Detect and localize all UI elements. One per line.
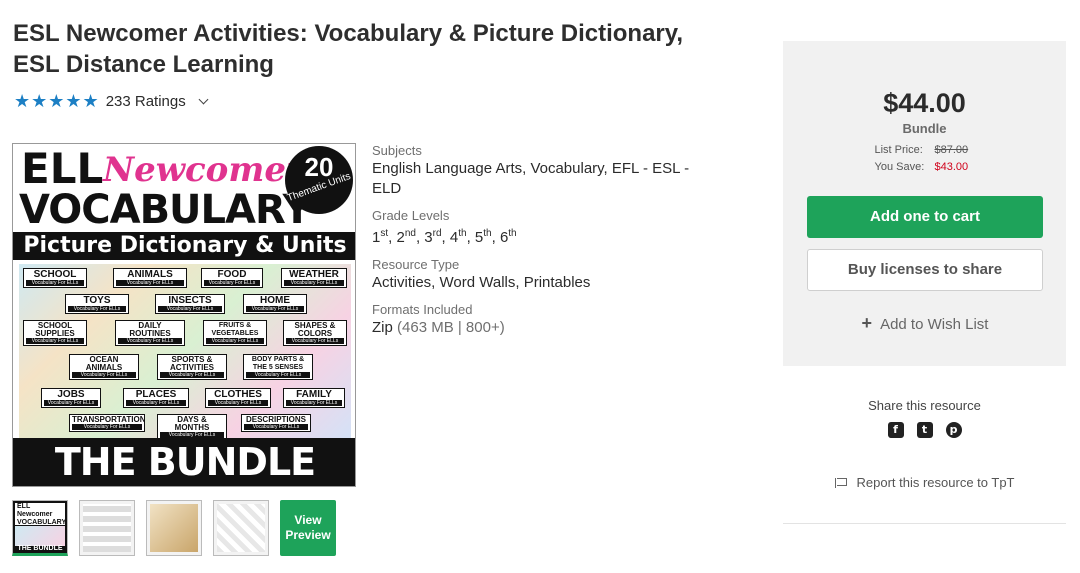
cover-tile: SCHOOL Vocabulary For ELLs xyxy=(23,268,87,288)
flag-icon xyxy=(834,478,847,488)
chevron-down-icon[interactable] xyxy=(198,94,209,104)
price-type: Bundle xyxy=(902,121,947,136)
you-save-row: You Save: $43.00 xyxy=(783,159,1066,176)
cover-vocabulary-text: VOCABULARY xyxy=(19,187,312,233)
thumbnail-3[interactable] xyxy=(146,500,202,556)
cover-tile: ANIMALS Vocabulary For ELLs xyxy=(113,268,187,288)
add-to-wish-list-button[interactable]: + Add to Wish List xyxy=(807,313,1043,334)
cover-tile: DESCRIPTIONS Vocabulary For ELLs xyxy=(241,414,311,432)
list-price-value: $87.00 xyxy=(934,144,969,156)
thumbnail-title: ELL Newcomer VOCABULARY xyxy=(15,503,67,526)
buy-box: $44.00 Bundle List Price: $87.00 You Sav… xyxy=(783,41,1066,366)
cover-tile: FOOD Vocabulary For ELLs xyxy=(201,268,263,288)
product-title-line2: ESL Distance Learning xyxy=(13,51,274,78)
buy-licenses-button[interactable]: Buy licenses to share xyxy=(807,249,1043,291)
cover-tile: TOYS Vocabulary For ELLs xyxy=(65,294,129,314)
you-save-value: $43.00 xyxy=(934,161,969,173)
cover-newcomer-text: Newcomer xyxy=(103,150,304,190)
share-section: Share this resource f t p xyxy=(783,398,1066,438)
divider xyxy=(783,523,1066,524)
cover-tile: OCEAN ANIMALS Vocabulary For ELLs xyxy=(69,354,139,380)
thumbnail-image: ELL Newcomer VOCABULARY THE BUNDLE xyxy=(13,501,67,553)
cover-tile: SHAPES & COLORS Vocabulary For ELLs xyxy=(283,320,347,346)
cover-tile: FAMILY Vocabulary For ELLs xyxy=(283,388,345,408)
cover-tile: BODY PARTS & THE 5 SENSES Vocabulary For … xyxy=(243,354,313,380)
format-name: Zip xyxy=(372,319,393,336)
list-price-label: List Price: xyxy=(874,144,923,156)
cover-badge: 20 Thematic Units xyxy=(285,146,353,214)
thumbnail-2[interactable] xyxy=(79,500,135,556)
cover-tile: SPORTS & ACTIVITIES Vocabulary For ELLs xyxy=(157,354,227,380)
cover-band: Picture Dictionary & Units xyxy=(13,232,355,260)
cover-tile: INSECTS Vocabulary For ELLs xyxy=(155,294,225,314)
formats-label: Formats Included xyxy=(372,302,473,317)
rating-count: 233 Ratings xyxy=(105,92,186,110)
wish-list-label: Add to Wish List xyxy=(880,316,989,333)
cover-tile: JOBS Vocabulary For ELLs xyxy=(41,388,101,408)
facebook-icon[interactable]: f xyxy=(887,422,904,438)
thumbnail-bundle: THE BUNDLE xyxy=(17,545,63,552)
star-rating-icon: ★★★★★ xyxy=(14,91,100,111)
price-breakdown: List Price: $87.00 You Save: $43.00 xyxy=(783,142,1066,176)
subjects-label: Subjects xyxy=(372,143,422,158)
cover-tile: PLACES Vocabulary For ELLs xyxy=(123,388,189,408)
thumbnail-image xyxy=(217,504,265,552)
grade-levels-label: Grade Levels xyxy=(372,208,450,223)
resource-type-label: Resource Type xyxy=(372,257,460,272)
twitter-icon[interactable]: t xyxy=(916,422,933,438)
report-link[interactable]: Report this resource to TpT xyxy=(783,475,1066,490)
cover-tile: DAYS & MONTHS Vocabulary For ELLs xyxy=(157,414,227,440)
share-icons: f t p xyxy=(783,422,1066,438)
thumbnail-strip: ELL Newcomer VOCABULARY THE BUNDLE View … xyxy=(12,500,336,556)
cover-tile: SCHOOL SUPPLIES Vocabulary For ELLs xyxy=(23,320,87,346)
list-price-row: List Price: $87.00 xyxy=(783,142,1066,159)
report-label: Report this resource to TpT xyxy=(856,475,1015,490)
price: $44.00 xyxy=(883,88,966,118)
cover-header: ELL Newcomer VOCABULARY 20 Thematic Unit… xyxy=(13,144,355,233)
product-cover-image[interactable]: ELL Newcomer VOCABULARY 20 Thematic Unit… xyxy=(12,143,356,487)
view-preview-button[interactable]: View Preview xyxy=(280,500,336,556)
plus-icon: + xyxy=(861,313,873,333)
product-title: ESL Newcomer Activities: Vocabulary & Pi… xyxy=(13,18,713,80)
you-save-label: You Save: xyxy=(874,161,925,173)
pinterest-icon[interactable]: p xyxy=(945,422,962,438)
format-detail: (463 MB | 800+) xyxy=(397,319,505,336)
resource-type-value[interactable]: Activities, Word Walls, Printables xyxy=(372,273,702,293)
rating-summary[interactable]: ★★★★★ 233 Ratings xyxy=(14,91,209,111)
thumbnail-1[interactable]: ELL Newcomer VOCABULARY THE BUNDLE xyxy=(12,500,68,556)
add-to-cart-button[interactable]: Add one to cart xyxy=(807,196,1043,238)
thumbnail-4[interactable] xyxy=(213,500,269,556)
thumbnail-image xyxy=(83,504,131,552)
product-details: Subjects English Language Arts, Vocabula… xyxy=(372,143,702,347)
cover-tile: FRUITS & VEGETABLES Vocabulary For ELLs xyxy=(203,320,267,346)
cover-tile: DAILY ROUTINES Vocabulary For ELLs xyxy=(115,320,185,346)
thumbnail-grid xyxy=(15,526,65,546)
cover-tile: CLOTHES Vocabulary For ELLs xyxy=(205,388,271,408)
product-title-line1: ESL Newcomer Activities: Vocabulary & Pi… xyxy=(13,20,683,47)
cover-tile: WEATHER Vocabulary For ELLs xyxy=(281,268,347,288)
cover-bundle-text: THE BUNDLE xyxy=(13,438,355,486)
grade-levels-value: 1st, 2nd, 3rd, 4th, 5th, 6th xyxy=(372,228,517,246)
thumbnail-image xyxy=(150,504,198,552)
subjects-value[interactable]: English Language Arts, Vocabulary, EFL -… xyxy=(372,159,702,199)
cover-tile: HOME Vocabulary For ELLs xyxy=(243,294,307,314)
cover-tile-grid: SCHOOL Vocabulary For ELLs ANIMALS Vocabul… xyxy=(19,264,351,440)
share-label: Share this resource xyxy=(868,398,981,413)
cover-ell-text: ELL xyxy=(21,144,104,193)
formats-value: Zip (463 MB | 800+) xyxy=(372,318,702,338)
cover-tile: TRANSPORTATION Vocabulary For ELLs xyxy=(69,414,145,432)
